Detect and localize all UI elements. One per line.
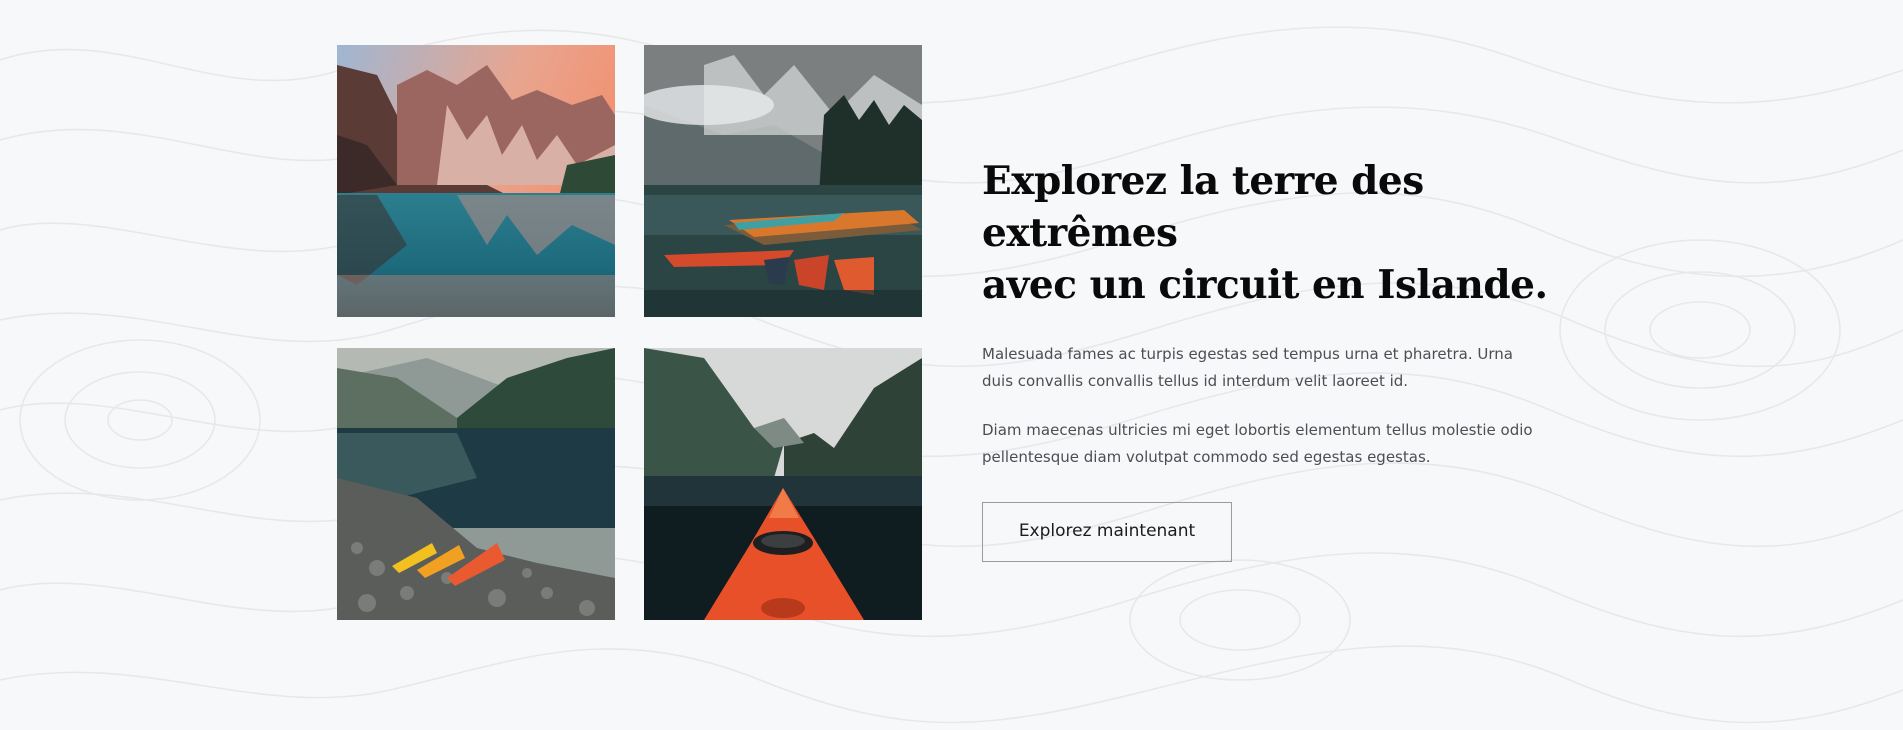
photo-fjord-kayaks-shore: [337, 348, 615, 620]
photo-gallery: [337, 45, 922, 620]
hero-title-line1: Explorez la terre des extrêmes: [982, 158, 1424, 256]
hero-title: Explorez la terre des extrêmes avec un c…: [982, 155, 1572, 311]
explore-now-button[interactable]: Explorez maintenant: [982, 502, 1232, 562]
photo-lake-canoes: [644, 45, 922, 317]
topographic-background: [0, 26, 1903, 724]
hero-paragraph-2: Diam maecenas ultricies mi eget lobortis…: [982, 421, 1533, 466]
photo-mountain-lake: [337, 45, 615, 317]
hero-title-line2: avec un circuit en Islande.: [982, 262, 1548, 308]
photo-kayak-bow-fjord: [644, 348, 922, 620]
hero-content: Explorez la terre des extrêmes avec un c…: [982, 155, 1572, 562]
hero-paragraph-1: Malesuada fames ac turpis egestas sed te…: [982, 345, 1513, 390]
